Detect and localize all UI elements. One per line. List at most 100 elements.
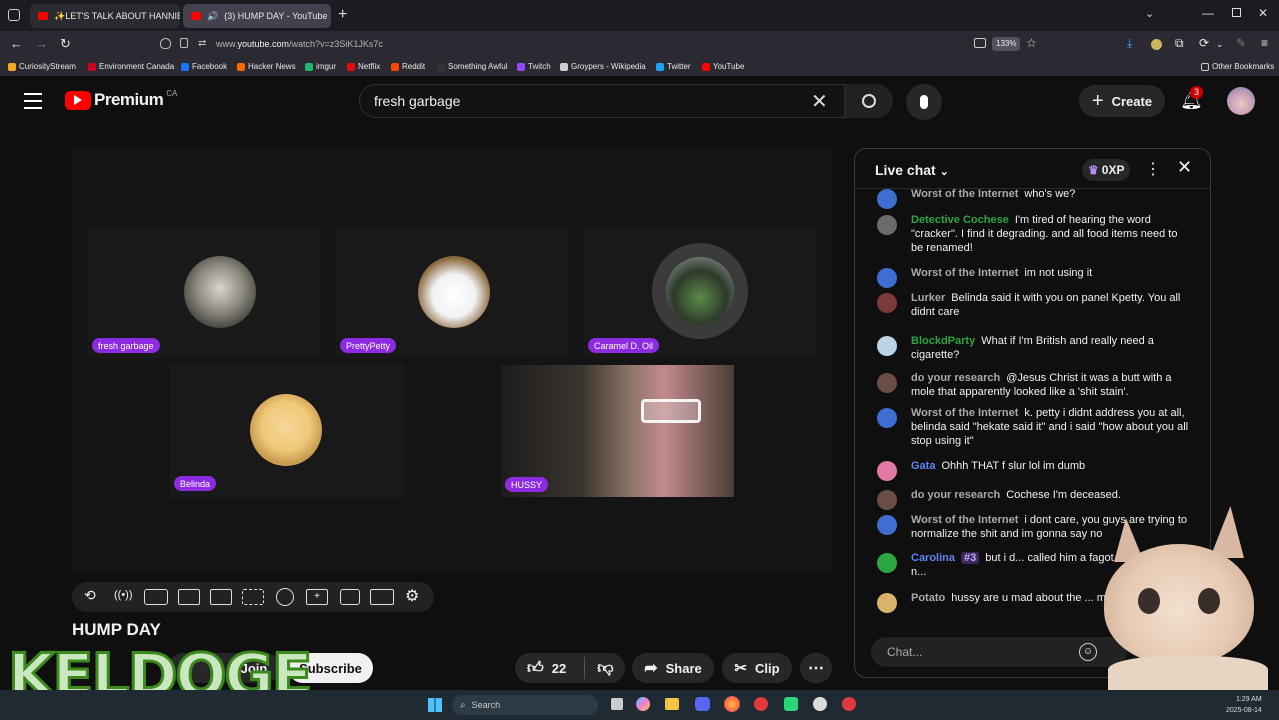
live-broadcast-icon[interactable]: ((•)) [114, 589, 133, 605]
chat-author-avatar[interactable] [877, 336, 897, 356]
miniplayer-icon[interactable] [144, 589, 168, 605]
chevron-down-icon[interactable]: ⌄ [1145, 7, 1154, 20]
chat-author-name[interactable]: do your research [911, 489, 1000, 501]
chat-author-name[interactable]: Worst of the Internet [911, 407, 1018, 419]
chevron-down-icon[interactable]: ⌄ [1216, 39, 1224, 50]
bookmark-item[interactable]: imgur [305, 62, 336, 71]
bookmark-item[interactable]: Groypers - Wikipedia [560, 62, 646, 71]
clock-time[interactable]: 1:29 AM [1236, 696, 1262, 703]
clip-button[interactable]: ✂ Clip [722, 653, 792, 683]
more-options-icon[interactable]: ⋮ [1145, 159, 1161, 179]
thumbs-up-icon[interactable]: 👍︎ [527, 659, 544, 678]
chat-author-avatar[interactable] [877, 189, 897, 209]
theater-mode-icon[interactable] [210, 589, 232, 605]
thumbs-down-icon[interactable]: 👎︎ [597, 659, 613, 678]
bookmark-item[interactable]: Environment Canada [88, 62, 174, 71]
url-text[interactable]: www.youtube.com/watch?v=z3SiK1JKs7c [216, 39, 383, 49]
pen-icon[interactable]: ✎ [1236, 36, 1246, 50]
chat-author-avatar[interactable] [877, 373, 897, 393]
search-button[interactable] [845, 84, 893, 118]
copilot-icon[interactable] [636, 697, 650, 711]
account-avatar[interactable] [1227, 87, 1255, 115]
chat-author-name[interactable]: Gata [911, 460, 935, 472]
taskbar-search[interactable]: ⌕ Search [452, 695, 598, 715]
chat-author-name[interactable]: Detective Cochese [911, 214, 1009, 226]
chat-author-avatar[interactable] [877, 293, 897, 313]
bookmark-item[interactable]: Facebook [181, 62, 227, 71]
file-explorer-icon[interactable] [665, 698, 679, 710]
bookmark-item[interactable]: Twitch [517, 62, 551, 71]
menu-icon[interactable]: ≡ [1261, 36, 1268, 50]
app-icon[interactable] [784, 697, 798, 711]
extension-icon[interactable] [1151, 39, 1162, 50]
xp-badge[interactable]: ♛ 0XP [1082, 159, 1131, 181]
like-count[interactable]: 22 [552, 661, 566, 676]
app-icon[interactable] [754, 697, 768, 711]
bookmark-item[interactable]: Netflix [347, 62, 380, 71]
sync-icon[interactable]: ⟳ [1199, 36, 1209, 50]
windows-start-icon[interactable] [428, 698, 442, 712]
app-icon[interactable] [842, 697, 856, 711]
task-view-icon[interactable] [611, 698, 623, 710]
notifications-button[interactable]: 🔔︎ 3 [1180, 86, 1203, 110]
fullscreen-icon[interactable] [242, 589, 264, 605]
firefox-icon[interactable] [724, 696, 740, 712]
new-tab-button[interactable]: + [338, 6, 347, 24]
clear-search-icon[interactable]: ✕ [811, 89, 828, 114]
tab-hump-day[interactable]: 🔊 (3) HUMP DAY - YouTube ✕ [183, 4, 331, 28]
video-player[interactable]: fresh garbage PrettyPetty Caramel D. Oil… [72, 146, 832, 574]
bookmark-item[interactable]: CuriosityStream [8, 62, 76, 71]
bookmark-star-icon[interactable]: ☆ [1026, 36, 1037, 50]
bookmark-item[interactable]: YouTube [702, 62, 744, 71]
camera-icon[interactable] [340, 589, 360, 605]
chat-author-avatar[interactable] [877, 408, 897, 428]
loop-icon[interactable]: ⟲ [84, 587, 102, 603]
youtube-premium-logo[interactable]: Premium CA [65, 89, 177, 110]
tab-hannibal[interactable]: ✨LET'S TALK ABOUT HANNIBA ✕ [30, 4, 180, 28]
bookmark-item[interactable]: Hacker News [237, 62, 296, 71]
screenshot-icon[interactable] [974, 38, 986, 48]
chat-author-name[interactable]: do your research [911, 372, 1000, 384]
chat-author-name[interactable]: Worst of the Internet [911, 514, 1018, 526]
chat-mode-dropdown[interactable]: Live chat ⌄ [875, 162, 949, 178]
url-bar[interactable]: ⇄ www.youtube.com/watch?v=z3SiK1JKs7c 13… [154, 34, 1044, 55]
more-actions-icon[interactable]: ⋯ [800, 653, 832, 683]
emoji-icon[interactable]: ☺ [1079, 643, 1097, 661]
extensions-puzzle-icon[interactable]: ⧉ [1175, 36, 1184, 51]
clock-date[interactable]: 2025-08-14 [1226, 707, 1262, 714]
zoom-level[interactable]: 133% [992, 37, 1021, 51]
reload-icon[interactable]: ↻ [60, 36, 71, 52]
clapperboard-icon[interactable] [178, 589, 200, 605]
voice-search-button[interactable] [906, 84, 942, 120]
settings-gear-icon[interactable]: ⚙ [405, 586, 423, 605]
close-chat-icon[interactable]: ✕ [1177, 157, 1192, 178]
add-clip-icon[interactable]: + [306, 589, 328, 605]
chat-author-avatar[interactable] [877, 490, 897, 510]
tab-list-icon[interactable] [8, 9, 20, 21]
bookmark-item[interactable]: Twitter [656, 62, 691, 71]
bookmark-item[interactable]: Reddit [391, 62, 425, 71]
search-input[interactable]: fresh garbage ✕ [359, 84, 845, 118]
chat-author-name[interactable]: Lurker [911, 292, 945, 304]
forward-icon[interactable]: → [35, 36, 48, 51]
chat-author-avatar[interactable] [877, 553, 897, 573]
bookmark-item[interactable]: Something Awful [437, 62, 507, 71]
chat-author-avatar[interactable] [877, 515, 897, 535]
create-button[interactable]: + Create [1079, 85, 1165, 117]
back-icon[interactable]: ← [10, 36, 23, 51]
share-button[interactable]: ➦ Share [632, 653, 714, 683]
minimize-icon[interactable]: — [1202, 6, 1214, 20]
other-bookmarks[interactable]: Other Bookmarks [1201, 62, 1274, 71]
maximize-icon[interactable] [1232, 8, 1241, 17]
keyboard-icon[interactable] [370, 589, 394, 605]
chat-author-avatar[interactable] [877, 215, 897, 235]
playback-speed-icon[interactable] [276, 588, 294, 606]
shield-icon[interactable] [160, 38, 171, 49]
hamburger-menu-icon[interactable] [24, 93, 42, 109]
discord-icon[interactable] [695, 697, 710, 711]
close-window-icon[interactable]: ✕ [1258, 6, 1268, 20]
chat-author-name[interactable]: BlockdParty [911, 335, 975, 347]
chat-author-name[interactable]: Worst of the Internet [911, 188, 1018, 200]
chat-author-avatar[interactable] [877, 268, 897, 288]
chat-author-name[interactable]: Carolina [911, 552, 955, 564]
